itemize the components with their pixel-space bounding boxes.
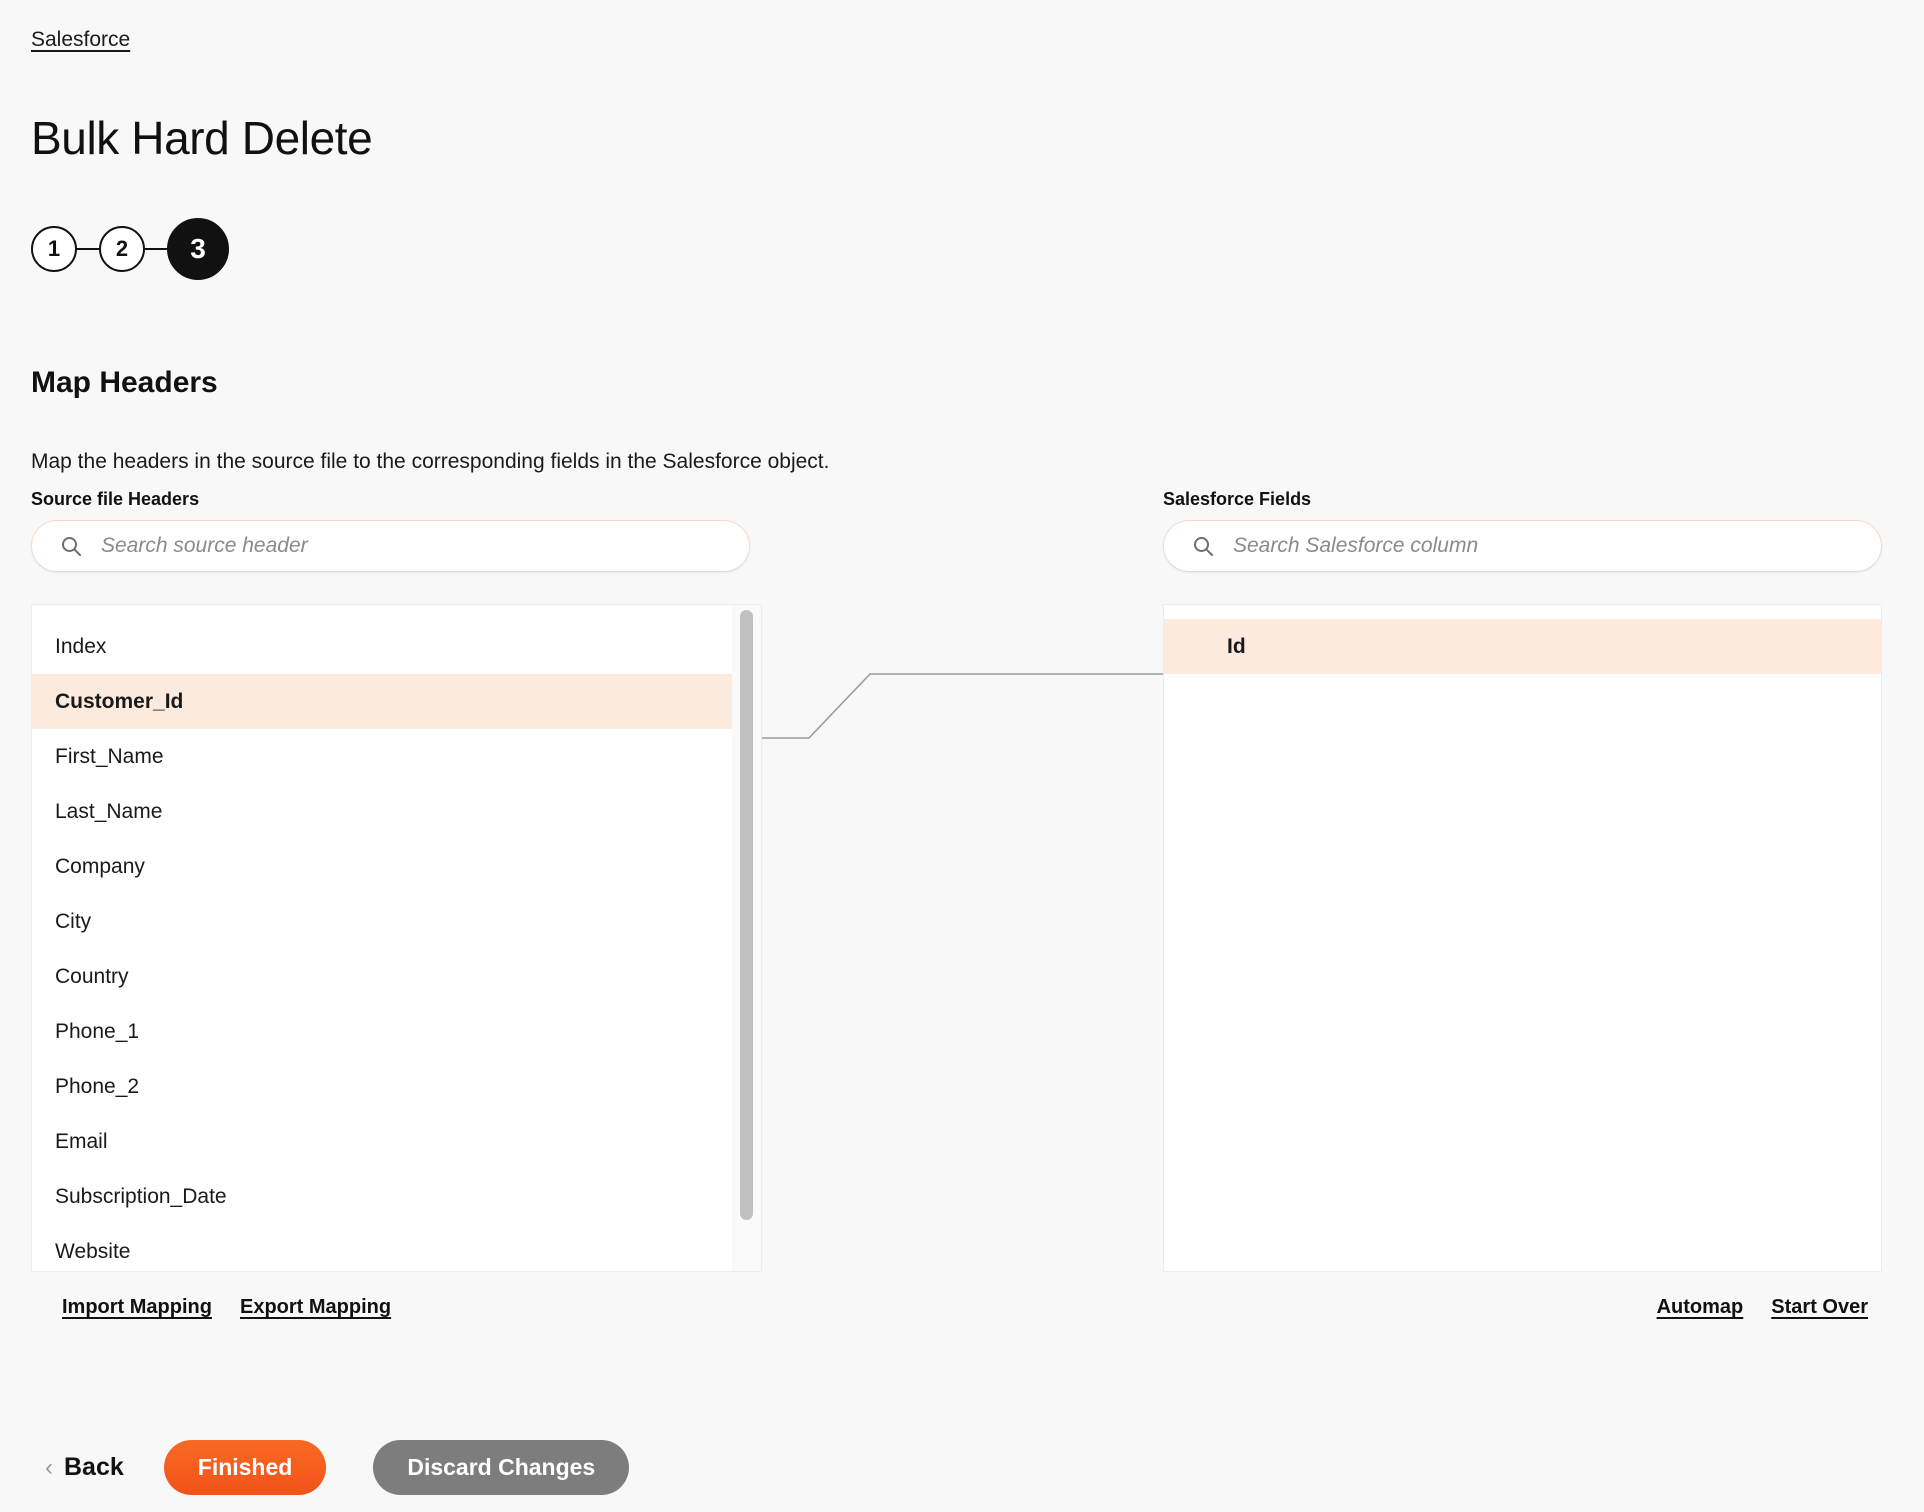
salesforce-search-box[interactable]	[1163, 520, 1882, 572]
stepper-connector-2-3	[145, 248, 167, 250]
stepper-connector-1-2	[77, 248, 99, 250]
list-item[interactable]: Subscription_Date	[32, 1169, 732, 1224]
back-button[interactable]: ‹ Back	[45, 1453, 124, 1482]
finished-button[interactable]: Finished	[163, 1440, 327, 1495]
list-item[interactable]: Country	[32, 949, 732, 1004]
salesforce-fields-panel: Id	[1163, 604, 1882, 1272]
section-title: Map Headers	[31, 366, 218, 399]
list-item[interactable]: City	[32, 894, 732, 949]
mapping-action-links: Automap Start Over	[1657, 1296, 1868, 1319]
start-over-link[interactable]: Start Over	[1771, 1296, 1868, 1319]
section-description: Map the headers in the source file to th…	[31, 450, 830, 473]
stepper-step-2[interactable]: 2	[99, 226, 145, 272]
scrollbar-thumb[interactable]	[740, 610, 753, 1220]
source-list-scrollbar[interactable]	[732, 605, 761, 1271]
list-item[interactable]: Phone_1	[32, 1004, 732, 1059]
export-mapping-link[interactable]: Export Mapping	[240, 1296, 391, 1319]
page-title: Bulk Hard Delete	[31, 112, 373, 164]
breadcrumb-salesforce[interactable]: Salesforce	[31, 27, 130, 53]
salesforce-search-input[interactable]	[1233, 534, 1863, 558]
list-item[interactable]: Customer_Id	[32, 674, 732, 729]
list-item[interactable]: First_Name	[32, 729, 732, 784]
action-bar: ‹ Back Finished Discard Changes	[45, 1440, 630, 1495]
search-icon	[59, 534, 83, 558]
list-item[interactable]: Last_Name	[32, 784, 732, 839]
list-item[interactable]: Phone_2	[32, 1059, 732, 1114]
source-headers-panel: Index Customer_Id First_Name Last_Name C…	[31, 604, 762, 1272]
mapping-connector	[762, 673, 1163, 739]
source-search-box[interactable]	[31, 520, 750, 572]
list-item[interactable]: Index	[32, 619, 732, 674]
source-search-input[interactable]	[101, 534, 731, 558]
stepper-step-3[interactable]: 3	[167, 218, 229, 280]
stepper-step-1[interactable]: 1	[31, 226, 77, 272]
search-icon	[1191, 534, 1215, 558]
automap-link[interactable]: Automap	[1657, 1296, 1744, 1319]
list-item[interactable]: Id	[1164, 619, 1881, 674]
import-mapping-link[interactable]: Import Mapping	[62, 1296, 212, 1319]
salesforce-fields-list: Id	[1164, 605, 1881, 1271]
wizard-stepper: 1 2 3	[31, 218, 229, 280]
mapping-file-links: Import Mapping Export Mapping	[62, 1296, 391, 1319]
discard-changes-button[interactable]: Discard Changes	[373, 1440, 630, 1495]
chevron-left-icon: ‹	[45, 1453, 53, 1481]
salesforce-fields-label: Salesforce Fields	[1163, 489, 1312, 509]
list-item[interactable]: Company	[32, 839, 732, 894]
source-headers-label: Source file Headers	[31, 489, 200, 509]
list-item[interactable]: Website	[32, 1224, 732, 1271]
back-button-label: Back	[64, 1453, 124, 1481]
list-item[interactable]: Email	[32, 1114, 732, 1169]
source-headers-list: Index Customer_Id First_Name Last_Name C…	[32, 605, 733, 1271]
